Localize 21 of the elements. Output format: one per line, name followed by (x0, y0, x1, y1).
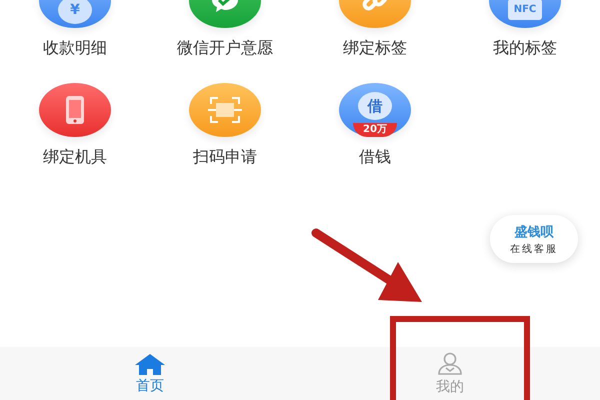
nav-tab[interactable]: 首页 (0, 347, 300, 400)
app-label: 微信开户意愿 (177, 38, 273, 59)
person-icon (437, 352, 463, 376)
app-label: 收款明细 (43, 38, 107, 59)
nfc-app-icon[interactable]: NFC (489, 0, 561, 28)
support-button[interactable]: 盛钱呗 在线客服 (490, 215, 578, 263)
scan-frame-icon (207, 95, 243, 125)
loan-app-icon[interactable]: 借 20万 (339, 83, 411, 137)
phone-icon (64, 94, 86, 126)
yuan-app-icon[interactable]: ¥ (39, 0, 111, 28)
app-label: 借钱 (359, 147, 391, 168)
yen-sign: ¥ (58, 0, 92, 24)
app-label: 绑定机具 (43, 147, 107, 168)
app-label: 我的标签 (493, 38, 557, 59)
loan-character: 借 (358, 92, 392, 120)
nav-tab[interactable]: 我的 (300, 347, 600, 400)
app-label: 扫码申请 (193, 147, 257, 168)
home-icon (134, 352, 166, 374)
app-label: 绑定标签 (343, 38, 407, 59)
amount-badge: 20万 (353, 123, 397, 137)
nfc-text: NFC (508, 0, 542, 20)
